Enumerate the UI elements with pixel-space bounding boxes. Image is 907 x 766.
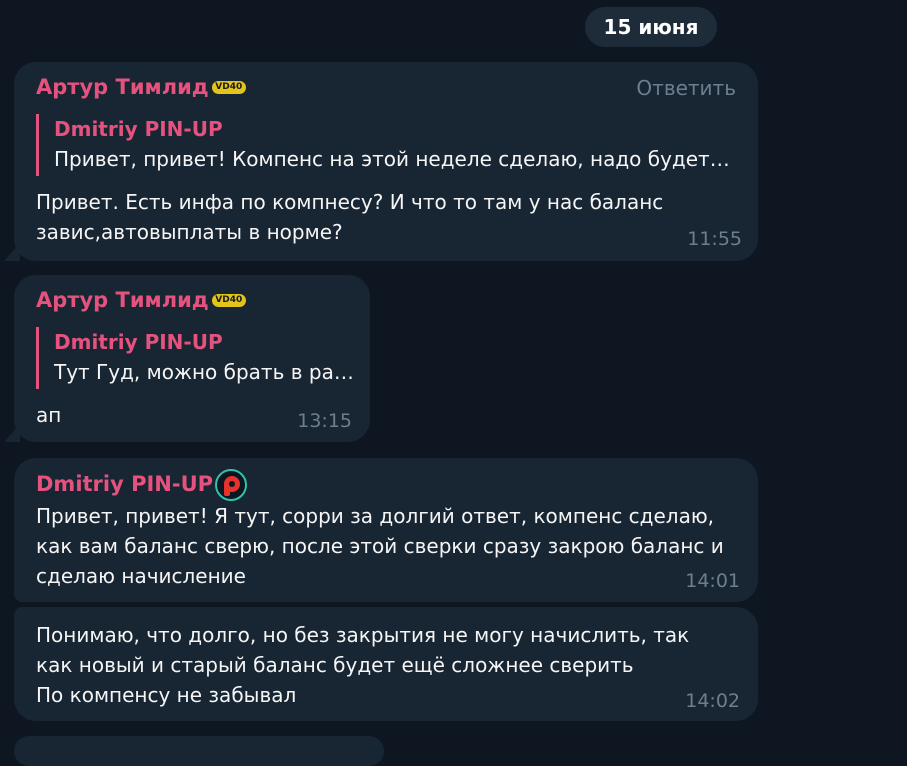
message-line: Привет, привет! Я тут, сорри за долгий о… (36, 504, 715, 528)
message-line: По компенсу не забывал (36, 683, 297, 707)
sender-name-text[interactable]: Артур Тимлид (36, 288, 209, 312)
message-text: Привет, привет! Я тут, сорри за долгий о… (36, 501, 724, 591)
quote-text: Тут Гуд, можно брать в ра… (54, 360, 354, 384)
message-time: 11:55 (687, 228, 742, 250)
sender-name-text[interactable]: Артур Тимлид (36, 75, 209, 99)
message-line: ап (36, 403, 62, 427)
reply-quote[interactable]: Dmitriy PIN-UP Тут Гуд, можно брать в ра… (36, 327, 354, 389)
quote-sender: Dmitriy PIN-UP (54, 117, 223, 141)
bubble-tail (4, 243, 20, 261)
message-line: Привет. Есть инфа по компнесу? И что то … (36, 190, 664, 214)
message-text: ап (36, 400, 61, 430)
message-text: Понимаю, что долго, но без закрытия не м… (36, 620, 689, 710)
quote-sender: Dmitriy PIN-UP (54, 330, 223, 354)
message-time: 14:02 (685, 690, 740, 712)
message-line: Понимаю, что долго, но без закрытия не м… (36, 623, 690, 647)
message-bubble[interactable]: Dmitriy PIN-UP Привет, привет! Я тут, со… (14, 458, 758, 602)
message-time: 14:01 (685, 570, 740, 592)
message-line: завис,автовыплаты в норме? (36, 220, 343, 244)
date-separator: 15 июня (585, 7, 717, 47)
message-text: Привет. Есть инфа по компнесу? И что то … (36, 187, 663, 247)
message-bubble[interactable]: Понимаю, что долго, но без закрытия не м… (14, 607, 758, 721)
sender-name[interactable]: Артур Тимлид VD40 (36, 75, 246, 99)
user-badge: VD40 (211, 80, 246, 94)
message-bubble[interactable]: Артур Тимлид VD40 Ответить Dmitriy PIN-U… (4, 62, 758, 261)
reply-quote[interactable]: Dmitriy PIN-UP Привет, привет! Компенс н… (36, 114, 736, 176)
message-bubble[interactable]: Артур Тимлид VD40 Dmitriy PIN-UP Тут Гуд… (4, 275, 370, 442)
reply-button[interactable]: Ответить (636, 76, 736, 100)
user-badge: VD40 (211, 293, 246, 307)
quote-text: Привет, привет! Компенс на этой неделе с… (54, 147, 736, 171)
pinup-logo-icon (215, 469, 248, 501)
sender-name-text[interactable]: Dmitriy PIN-UP (36, 472, 213, 496)
message-line: как вам баланс сверю, после этой сверки … (36, 534, 724, 558)
message-line: как новый и старый баланс будет ещё слож… (36, 653, 634, 677)
sender-name[interactable]: Dmitriy PIN-UP (36, 468, 248, 501)
message-bubble[interactable] (14, 736, 384, 766)
bubble-tail (4, 424, 20, 442)
sender-name[interactable]: Артур Тимлид VD40 (36, 288, 246, 312)
message-time: 13:15 (297, 410, 352, 432)
message-line: сделаю начисление (36, 564, 246, 588)
